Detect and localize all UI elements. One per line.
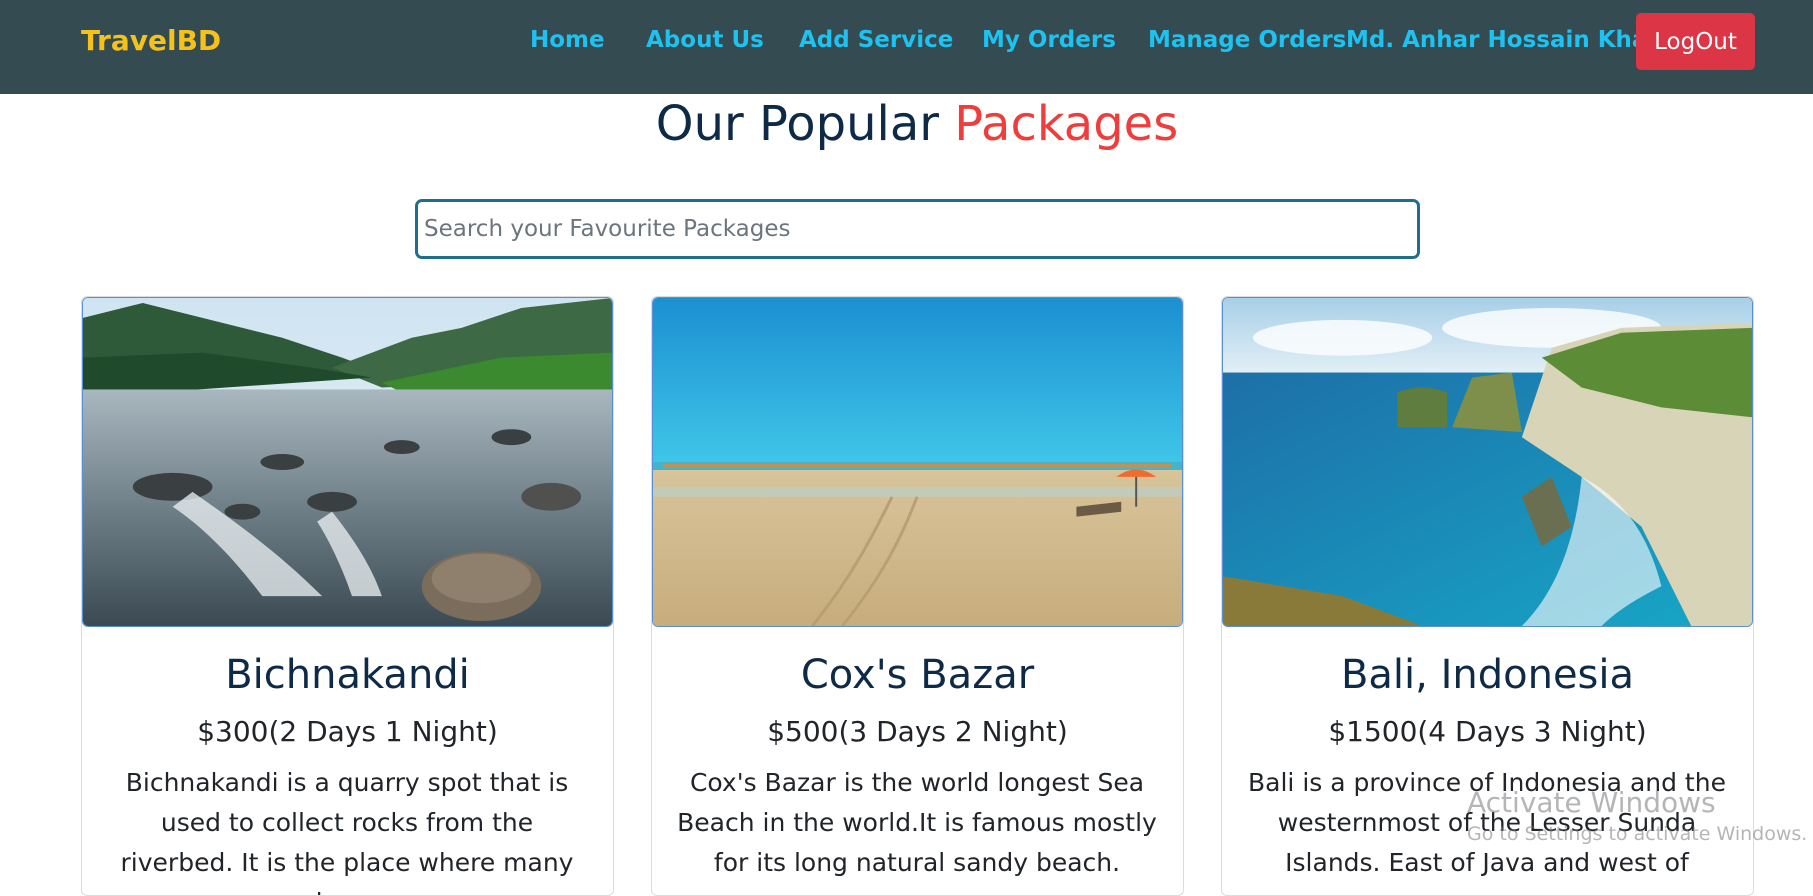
package-image-river xyxy=(82,297,613,627)
package-price: $500(3 Days 2 Night) xyxy=(767,715,1068,748)
package-image-beach xyxy=(652,297,1183,627)
nav-link-home[interactable]: Home xyxy=(530,27,605,53)
package-description: Cox's Bazar is the world longest Sea Bea… xyxy=(677,768,1157,877)
package-title: Bali, Indonesia xyxy=(1340,652,1635,698)
section-heading: Our Popular Packages xyxy=(0,94,1813,154)
package-image-coast xyxy=(1222,297,1753,627)
package-card: Bali, Indonesia $1500(4 Days 3 Night) Ba… xyxy=(1221,296,1754,896)
logout-button[interactable]: LogOut xyxy=(1636,13,1755,70)
nav-link-my-orders[interactable]: My Orders xyxy=(982,27,1116,53)
user-name: Md. Anhar Hossain Khan xyxy=(1346,27,1664,53)
nav-link-about-us[interactable]: About Us xyxy=(646,27,764,53)
package-card: Cox's Bazar $500(3 Days 2 Night) Cox's B… xyxy=(651,296,1184,896)
search-input[interactable] xyxy=(415,199,1420,259)
heading-accent: Packages xyxy=(954,96,1179,152)
package-title: Cox's Bazar xyxy=(800,652,1035,698)
top-navbar: TravelBD Home About Us Add Service My Or… xyxy=(0,0,1813,94)
package-description: Bichnakandi is a quarry spot that is use… xyxy=(120,768,574,895)
package-title: Bichnakandi xyxy=(225,652,470,698)
package-price: $300(2 Days 1 Night) xyxy=(197,715,498,748)
nav-link-add-service[interactable]: Add Service xyxy=(799,27,953,53)
nav-links: Home About Us Add Service My Orders Mana… xyxy=(0,0,1813,94)
package-description: Bali is a province of Indonesia and the … xyxy=(1248,768,1726,877)
heading-main: Our Popular xyxy=(655,96,939,152)
package-card: Bichnakandi $300(2 Days 1 Night) Bichnak… xyxy=(81,296,614,896)
package-price: $1500(4 Days 3 Night) xyxy=(1328,715,1647,748)
nav-link-manage-orders[interactable]: Manage Orders xyxy=(1148,27,1346,53)
